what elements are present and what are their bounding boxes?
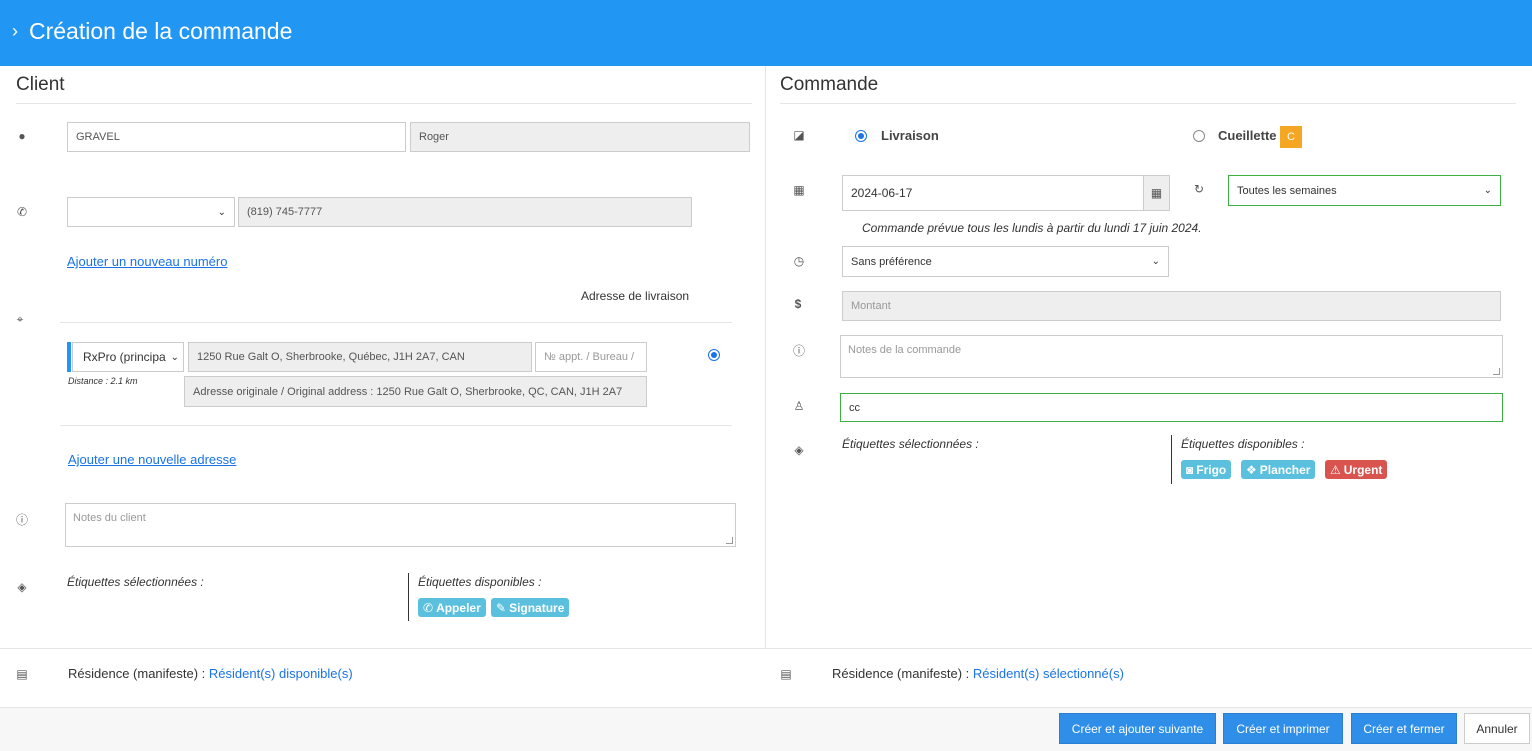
address-label-select[interactable]: RxPro (principa ⌄ xyxy=(72,342,184,372)
create-and-print-button[interactable]: Créer et imprimer xyxy=(1223,713,1343,744)
recipient-input[interactable]: cc xyxy=(840,393,1503,422)
divider xyxy=(0,648,1532,649)
order-residence-row: Résidence (manifeste) : Résident(s) séle… xyxy=(832,666,1124,681)
create-and-next-button[interactable]: Créer et ajouter suivante xyxy=(1059,713,1216,744)
pickup-badge: C xyxy=(1280,126,1302,148)
date-input[interactable]: 2024-06-17 xyxy=(842,175,1144,211)
chevron-down-icon: ⌄ xyxy=(1151,256,1160,267)
divider xyxy=(60,425,732,426)
amount-input[interactable]: Montant xyxy=(842,291,1501,321)
original-address-input: Adresse originale / Original address : 1… xyxy=(184,376,647,407)
page-header: › Création de la commande xyxy=(0,0,1532,66)
order-tags-available-label: Étiquettes disponibles : xyxy=(1181,437,1305,451)
refresh-icon: ↻ xyxy=(1193,182,1205,196)
cancel-button[interactable]: Annuler xyxy=(1464,713,1530,744)
list-icon: ▤ xyxy=(16,667,28,681)
page-title: Création de la commande xyxy=(29,18,293,44)
order-notes-textarea[interactable]: Notes de la commande xyxy=(840,335,1503,378)
tags-icon: ◈ xyxy=(17,580,27,594)
divider xyxy=(780,103,1516,104)
distance-text: Distance : 2.1 km xyxy=(68,376,138,386)
recurrence-select[interactable]: Toutes les semaines ⌄ xyxy=(1228,175,1501,206)
order-section-title: Commande xyxy=(780,74,879,95)
column-divider xyxy=(765,66,766,648)
tags-separator xyxy=(408,573,409,621)
address-primary-marker xyxy=(67,342,71,372)
delivery-address-label: Adresse de livraison xyxy=(581,289,690,303)
cubes-icon: ❖ xyxy=(1246,462,1257,477)
tags-separator xyxy=(1171,435,1172,484)
phone-type-select[interactable]: ⌄ xyxy=(67,197,235,227)
tag-signature[interactable]: ✎ Signature xyxy=(491,598,570,617)
apartment-input[interactable]: № appt. / Bureau / xyxy=(535,342,647,372)
time-preference-select[interactable]: Sans préférence ⌄ xyxy=(842,246,1169,277)
client-residence-row: Résidence (manifeste) : Résident(s) disp… xyxy=(68,666,353,681)
client-section-title: Client xyxy=(16,74,65,95)
tag-plancher[interactable]: ❖ Plancher xyxy=(1241,460,1316,479)
client-notes-textarea[interactable]: Notes du client xyxy=(65,503,736,547)
dollar-icon: $ xyxy=(794,297,802,311)
first-name-input[interactable]: Roger xyxy=(410,122,750,152)
add-phone-link[interactable]: Ajouter un nouveau numéro xyxy=(67,254,227,269)
client-tags-available-label: Étiquettes disponibles : xyxy=(418,575,542,589)
user-icon: ● xyxy=(18,129,26,143)
schedule-note: Commande prévue tous les lundis à partir… xyxy=(862,221,1202,235)
add-address-link[interactable]: Ajouter une nouvelle adresse xyxy=(68,452,236,467)
info-icon: ⓘ xyxy=(15,513,28,527)
camera-icon: ◙ xyxy=(1186,462,1194,477)
chevron-down-icon: ⌄ xyxy=(217,206,226,218)
delivery-type-icon: ◪ xyxy=(793,128,805,142)
phone-icon: ✆ xyxy=(423,600,434,615)
last-name-input[interactable]: GRAVEL xyxy=(67,122,406,152)
chevron-down-icon: ⌄ xyxy=(1483,185,1492,196)
tags-icon: ◈ xyxy=(794,443,804,457)
residents-selected-link[interactable]: Résident(s) sélectionné(s) xyxy=(973,666,1124,681)
warning-icon: ⚠ xyxy=(1330,462,1341,477)
chevron-right-icon: › xyxy=(12,21,18,41)
pickup-radio[interactable] xyxy=(1193,130,1205,142)
resize-grip-icon[interactable] xyxy=(726,537,733,544)
divider xyxy=(60,322,732,323)
person-icon: ♙ xyxy=(793,399,805,413)
client-tags-selected-label: Étiquettes sélectionnées : xyxy=(67,575,204,589)
info-icon: ⓘ xyxy=(792,344,805,358)
calendar-picker-button[interactable]: ▦ xyxy=(1143,175,1170,211)
delivery-radio[interactable] xyxy=(855,130,867,142)
pickup-label: Cueillette xyxy=(1218,128,1277,143)
list-icon: ▤ xyxy=(780,667,792,681)
calendar-icon: ▦ xyxy=(793,183,805,197)
address-input[interactable]: 1250 Rue Galt O, Sherbrooke, Québec, J1H… xyxy=(188,342,532,372)
clock-icon: ◷ xyxy=(793,254,805,268)
delivery-label: Livraison xyxy=(881,128,939,143)
tag-urgent[interactable]: ⚠ Urgent xyxy=(1325,460,1388,479)
residents-available-link[interactable]: Résident(s) disponible(s) xyxy=(209,666,353,681)
tag-frigo[interactable]: ◙ Frigo xyxy=(1181,460,1232,479)
map-marker-icon: ⌖ xyxy=(16,312,24,326)
create-and-close-button[interactable]: Créer et fermer xyxy=(1351,713,1457,744)
edit-icon: ✎ xyxy=(496,600,507,615)
phone-input[interactable]: (819) 745-7777 xyxy=(238,197,692,227)
calendar-icon: ▦ xyxy=(1150,186,1163,200)
resize-grip-icon[interactable] xyxy=(1493,368,1500,375)
order-tags-selected-label: Étiquettes sélectionnées : xyxy=(842,437,979,451)
address-radio[interactable] xyxy=(708,349,720,361)
divider xyxy=(16,103,752,104)
tag-appeler[interactable]: ✆ Appeler xyxy=(418,598,486,617)
chevron-down-icon: ⌄ xyxy=(170,351,179,363)
phone-icon: ✆ xyxy=(16,205,28,219)
